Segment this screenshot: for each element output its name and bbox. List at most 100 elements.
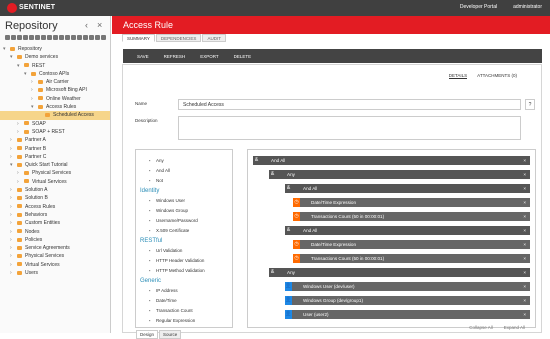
chevron-icon[interactable]: › bbox=[10, 153, 17, 161]
tree-item[interactable]: › Custom Entities bbox=[0, 219, 110, 227]
palette-item[interactable]: ▪ HTTP Method Validation bbox=[147, 268, 205, 273]
chevron-icon[interactable]: ▾ bbox=[10, 161, 17, 169]
tree-item[interactable]: ▾ REST bbox=[0, 62, 110, 70]
chevron-icon[interactable]: ▾ bbox=[10, 53, 17, 61]
tool-icon[interactable] bbox=[53, 35, 58, 40]
tab-summary[interactable]: SUMMARY bbox=[122, 34, 155, 42]
palette-item[interactable]: ▪ Regular Expression bbox=[147, 318, 196, 323]
tool-icon[interactable] bbox=[47, 35, 52, 40]
chevron-icon[interactable]: › bbox=[10, 194, 17, 202]
palette-item[interactable]: ▪ IP Address bbox=[147, 288, 178, 293]
tab-audit[interactable]: AUDIT bbox=[202, 34, 226, 42]
chevron-icon[interactable]: › bbox=[10, 145, 17, 153]
chevron-icon[interactable]: › bbox=[10, 186, 17, 194]
administrator-menu[interactable]: administrator bbox=[513, 4, 542, 10]
description-field[interactable] bbox=[178, 116, 521, 140]
tab-dependencies[interactable]: DEPENDENCIES bbox=[155, 34, 202, 42]
chevron-icon[interactable]: › bbox=[10, 136, 17, 144]
tree-item[interactable]: › Access Rules bbox=[0, 203, 110, 211]
delete-button[interactable]: DELETE bbox=[234, 54, 252, 59]
rule-node[interactable]: 👤 Windows Group (dev/group1) × bbox=[285, 296, 530, 305]
palette-item[interactable]: ▪ Windows User bbox=[147, 198, 185, 203]
chevron-icon[interactable]: › bbox=[10, 228, 17, 236]
chevron-icon[interactable]: › bbox=[17, 178, 24, 186]
chevron-icon[interactable]: ▾ bbox=[3, 45, 10, 53]
tree-item[interactable]: › Partner A bbox=[0, 136, 110, 144]
tool-icon[interactable] bbox=[11, 35, 16, 40]
chevron-icon[interactable]: › bbox=[17, 169, 24, 177]
rule-node[interactable]: & And All × bbox=[253, 156, 530, 165]
close-icon[interactable]: × bbox=[523, 240, 526, 249]
rule-node[interactable]: & And All × bbox=[285, 184, 530, 193]
tool-icon[interactable] bbox=[65, 35, 70, 40]
close-icon[interactable]: × bbox=[523, 156, 526, 165]
rule-node[interactable]: ◷ Transactions Count (50 in 00:00:01) × bbox=[293, 254, 530, 263]
tree-item[interactable]: ▾ Quick Start Tutorial bbox=[0, 161, 110, 169]
tool-icon[interactable] bbox=[95, 35, 100, 40]
tree-item[interactable]: › Virtual Services bbox=[0, 178, 110, 186]
tree-item[interactable]: ▾ Contoso APIs bbox=[0, 70, 110, 78]
chevron-icon[interactable]: ▾ bbox=[31, 103, 38, 111]
tool-icon[interactable] bbox=[29, 35, 34, 40]
palette-item[interactable]: ▪ Url Validation bbox=[147, 248, 183, 253]
chevron-icon[interactable]: › bbox=[17, 120, 24, 128]
tree-item[interactable]: › Service Agreements bbox=[0, 244, 110, 252]
tree-item[interactable]: › Partner C bbox=[0, 153, 110, 161]
tool-icon[interactable] bbox=[59, 35, 64, 40]
palette-item[interactable]: ▪ Username/Password bbox=[147, 218, 198, 223]
tool-icon[interactable] bbox=[5, 35, 10, 40]
tool-icon[interactable] bbox=[77, 35, 82, 40]
palette-item[interactable]: ▪ And All bbox=[147, 168, 170, 173]
chevron-icon[interactable]: › bbox=[10, 252, 17, 260]
tree-item[interactable]: › Solution A bbox=[0, 186, 110, 194]
rule-node[interactable]: 👤 Windows User (dev/user) × bbox=[285, 282, 530, 291]
tool-icon[interactable] bbox=[17, 35, 22, 40]
rule-node[interactable]: & Any × bbox=[269, 170, 530, 179]
palette-item[interactable]: ▪ Windows Group bbox=[147, 208, 188, 213]
close-icon[interactable]: × bbox=[523, 226, 526, 235]
palette-item[interactable]: ▪ Date/Time bbox=[147, 298, 177, 303]
tab-source[interactable]: Source bbox=[159, 330, 182, 339]
tool-icon[interactable] bbox=[35, 35, 40, 40]
tab-attachments[interactable]: ATTACHMENTS (0) bbox=[477, 73, 517, 79]
tree-item[interactable]: › Policies bbox=[0, 236, 110, 244]
chevron-icon[interactable]: ▾ bbox=[24, 70, 31, 78]
chevron-icon[interactable]: › bbox=[10, 211, 17, 219]
tree-item[interactable]: › Users bbox=[0, 269, 110, 277]
close-icon[interactable]: × bbox=[523, 198, 526, 207]
close-icon[interactable]: × bbox=[523, 282, 526, 291]
chevron-icon[interactable]: › bbox=[10, 219, 17, 227]
close-icon[interactable]: × bbox=[523, 296, 526, 305]
close-icon[interactable]: × bbox=[97, 20, 102, 30]
tool-icon[interactable] bbox=[83, 35, 88, 40]
palette-item[interactable]: ▪ X.509 Certificate bbox=[147, 228, 190, 233]
close-icon[interactable]: × bbox=[523, 310, 526, 319]
rule-node[interactable]: & And All × bbox=[285, 226, 530, 235]
rule-node[interactable]: ◷ Transactions Count (50 in 00:00:01) × bbox=[293, 212, 530, 221]
tree-item[interactable]: ▾ Access Rules bbox=[0, 103, 110, 111]
close-icon[interactable]: × bbox=[523, 170, 526, 179]
chevron-icon[interactable]: › bbox=[10, 269, 17, 277]
chevron-icon[interactable]: › bbox=[10, 261, 17, 269]
tree-item[interactable]: › Online Weather bbox=[0, 95, 110, 103]
expand-all-button[interactable]: Expand All bbox=[504, 325, 525, 330]
name-input[interactable]: Scheduled Access bbox=[178, 99, 521, 110]
tree-item[interactable]: › Air Carrier bbox=[0, 78, 110, 86]
tree-item[interactable]: ▾ Repository bbox=[0, 45, 110, 53]
tool-icon[interactable] bbox=[23, 35, 28, 40]
collapse-all-button[interactable]: Collapse All bbox=[469, 325, 493, 330]
palette-item[interactable]: ▪ Not bbox=[147, 178, 163, 183]
tree-item[interactable]: › Physical Services bbox=[0, 169, 110, 177]
chevron-icon[interactable]: › bbox=[31, 86, 38, 94]
tree-item[interactable]: ▾ Demo services bbox=[0, 53, 110, 61]
rule-node[interactable]: & Any × bbox=[269, 268, 530, 277]
tool-icon[interactable] bbox=[41, 35, 46, 40]
tab-details[interactable]: DETAILS bbox=[448, 73, 468, 79]
palette-item[interactable]: ▪ HTTP Header Validation bbox=[147, 258, 205, 263]
palette-item[interactable]: ▪ Any bbox=[147, 158, 164, 163]
chevron-icon[interactable]: › bbox=[31, 78, 38, 86]
tree-item[interactable]: › Virtual Services bbox=[0, 261, 110, 269]
tab-design[interactable]: Design bbox=[136, 330, 159, 339]
refresh-button[interactable]: REFRESH bbox=[164, 54, 186, 59]
export-button[interactable]: EXPORT bbox=[200, 54, 218, 59]
